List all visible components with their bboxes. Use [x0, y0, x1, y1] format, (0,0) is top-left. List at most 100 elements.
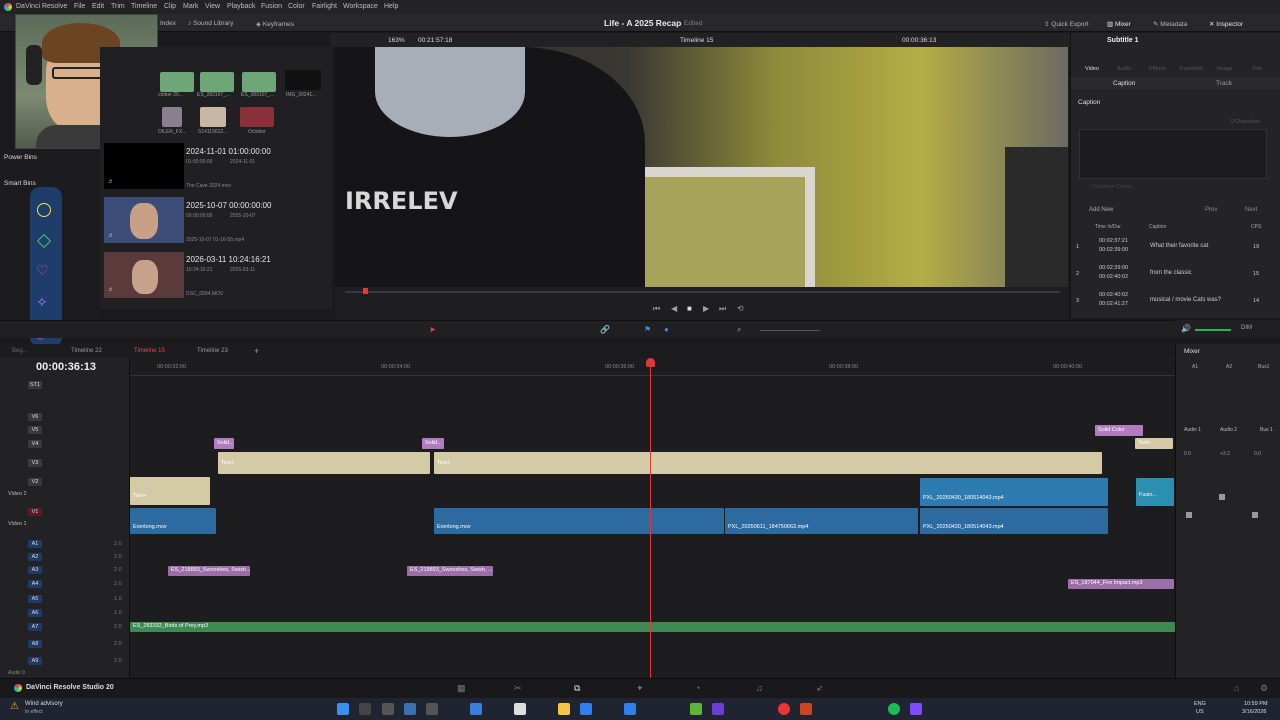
menu-help[interactable]: Help [384, 3, 398, 10]
fader-handle[interactable] [1219, 494, 1225, 500]
video-viewer[interactable]: IRRELEV [335, 47, 1068, 287]
fader-handle[interactable] [1186, 512, 1192, 518]
menu-workspace[interactable]: Workspace [343, 3, 378, 10]
track-v4[interactable]: V4 [28, 440, 42, 448]
audio-clip[interactable]: ES_283332_Birds of Prey.mp3 [130, 622, 1175, 632]
zoom-level[interactable]: 163% [388, 37, 405, 44]
customize-caption[interactable]: Customize Caption [1091, 184, 1133, 190]
heart-icon[interactable]: ♡ [36, 263, 49, 277]
fusion-page-icon[interactable]: ✦ [636, 683, 644, 694]
marker-icon[interactable]: ● [664, 325, 669, 334]
tab-timeline-15[interactable]: Timeline 15 [134, 348, 165, 354]
fader-handle[interactable] [1252, 512, 1258, 518]
track-a2[interactable]: A2 [28, 553, 42, 561]
track-v6[interactable]: V6 [28, 413, 42, 421]
solid-clip[interactable]: Solid... [422, 438, 444, 449]
media-thumb[interactable] [200, 72, 234, 92]
text-clip[interactable]: Text+ [434, 452, 1102, 474]
explorer-icon[interactable] [470, 703, 482, 715]
color-page-icon[interactable]: ◔ [695, 683, 700, 693]
track-a8[interactable]: A8 [28, 640, 42, 648]
edit-page-icon[interactable]: ⧉ [574, 683, 580, 694]
skip-start-icon[interactable]: ⏮ [653, 304, 660, 314]
folder-icon[interactable] [558, 703, 570, 715]
menu-color[interactable]: Color [288, 3, 305, 10]
settings-icon[interactable]: ⚙ [1260, 683, 1268, 694]
smart-bins-label[interactable]: Smart Bins [4, 180, 36, 187]
menu-view[interactable]: View [205, 3, 220, 10]
sparkle-icon[interactable]: ✧ [36, 295, 48, 309]
menu-playback[interactable]: Playback [227, 3, 255, 10]
fusion-clip[interactable]: Fusio... [1136, 478, 1174, 506]
play-icon[interactable]: ▶ [703, 304, 709, 313]
audio-clip[interactable]: ES_218893_Swooshes, Swish, ... [407, 566, 493, 576]
fairlight-page-icon[interactable]: ♫ [756, 683, 763, 693]
text-clip[interactable]: Text+ [218, 452, 430, 474]
media-thumb[interactable] [285, 70, 321, 90]
text-clip[interactable]: Text+ [1135, 438, 1173, 449]
volume-slider[interactable] [1195, 329, 1231, 331]
link-icon[interactable]: 🔗 [600, 325, 610, 334]
subtab-caption[interactable]: Caption [1113, 80, 1135, 87]
app-icon[interactable] [778, 703, 790, 715]
track-a7[interactable]: A7 [28, 623, 42, 631]
deliver-page-icon[interactable]: ➶ [816, 683, 824, 694]
next-button[interactable]: Next [1245, 207, 1257, 213]
prev-button[interactable]: Prev [1205, 207, 1217, 213]
track-v3[interactable]: V3 [28, 459, 42, 467]
tab-video[interactable]: Video [1085, 66, 1099, 72]
sound-library-tab[interactable]: ♪ Sound Library [188, 20, 234, 27]
quick-export-button[interactable]: ⇪ Quick Export [1044, 20, 1088, 28]
cut-page-icon[interactable]: ✂ [514, 683, 522, 694]
track-v5[interactable]: V5 [28, 426, 42, 434]
track-a5[interactable]: A5 [28, 595, 42, 603]
speaker-icon[interactable]: 🔊 [1181, 324, 1191, 333]
menu-fusion[interactable]: Fusion [261, 3, 282, 10]
add-tab-icon[interactable]: + [254, 346, 259, 356]
app-icon[interactable] [690, 703, 702, 715]
media-thumb[interactable] [242, 72, 276, 92]
media-page-icon[interactable]: ▦ [457, 683, 466, 694]
app-icon[interactable] [910, 703, 922, 715]
track-a6[interactable]: A6 [28, 609, 42, 617]
audio-clip[interactable]: ES_187044_Fire Impact.mp3 [1068, 579, 1174, 589]
spotify-icon[interactable] [888, 703, 900, 715]
video-clip[interactable]: PXL_20250430_180514043.mp4 [920, 478, 1108, 506]
flag-icon[interactable]: ⚑ [644, 325, 651, 334]
windows-start-icon[interactable] [337, 703, 349, 715]
media-thumb[interactable] [162, 107, 182, 127]
app-icon[interactable] [624, 703, 636, 715]
video-clip[interactable]: PXL_20250611_184750663.mp4 [725, 508, 918, 534]
circle-icon[interactable] [37, 203, 51, 217]
dim-button[interactable]: DIM [1241, 325, 1252, 331]
app-icon[interactable] [514, 703, 526, 715]
subtab-track[interactable]: Track [1216, 80, 1232, 87]
menu-mark[interactable]: Mark [183, 3, 199, 10]
media-thumb[interactable] [200, 107, 226, 127]
track-v1[interactable]: V1 [28, 508, 42, 516]
tab-timeline-beg[interactable]: Beg... [12, 348, 28, 354]
track-a4[interactable]: A4 [28, 580, 42, 588]
solid-color-clip[interactable]: Solid Color [1095, 425, 1143, 436]
reverse-play-icon[interactable]: ◀ [671, 304, 677, 313]
tab-effects[interactable]: Effects [1149, 66, 1166, 72]
index-tab[interactable]: Index [160, 20, 176, 27]
tab-timeline-23[interactable]: Timeline 23 [197, 348, 228, 354]
loop-icon[interactable]: ⟲ [737, 304, 744, 313]
zoom-icon[interactable]: ⌕ [737, 325, 741, 335]
home-icon[interactable]: ⌂ [1234, 683, 1239, 693]
clock-time[interactable]: 10:59 PM [1244, 701, 1268, 707]
inspector-button[interactable]: ✕ Inspector [1209, 20, 1243, 28]
menu-clip[interactable]: Clip [164, 3, 176, 10]
track-a1[interactable]: A1 [28, 540, 42, 548]
taskview-icon[interactable] [382, 703, 394, 715]
menu-timeline[interactable]: Timeline [131, 3, 157, 10]
tab-audio[interactable]: Audio [1117, 66, 1131, 72]
caption-row[interactable]: 2 00:02:39:00 00:02:40:02 from the class… [1071, 262, 1280, 288]
timeline-name-dropdown[interactable]: Timeline 15 [680, 37, 713, 44]
diamond-icon[interactable] [36, 233, 52, 249]
tab-transition[interactable]: Transition [1179, 66, 1203, 72]
text-clip[interactable]: Text+ [130, 477, 210, 505]
search-icon[interactable] [359, 703, 371, 715]
media-thumb[interactable] [240, 107, 274, 127]
